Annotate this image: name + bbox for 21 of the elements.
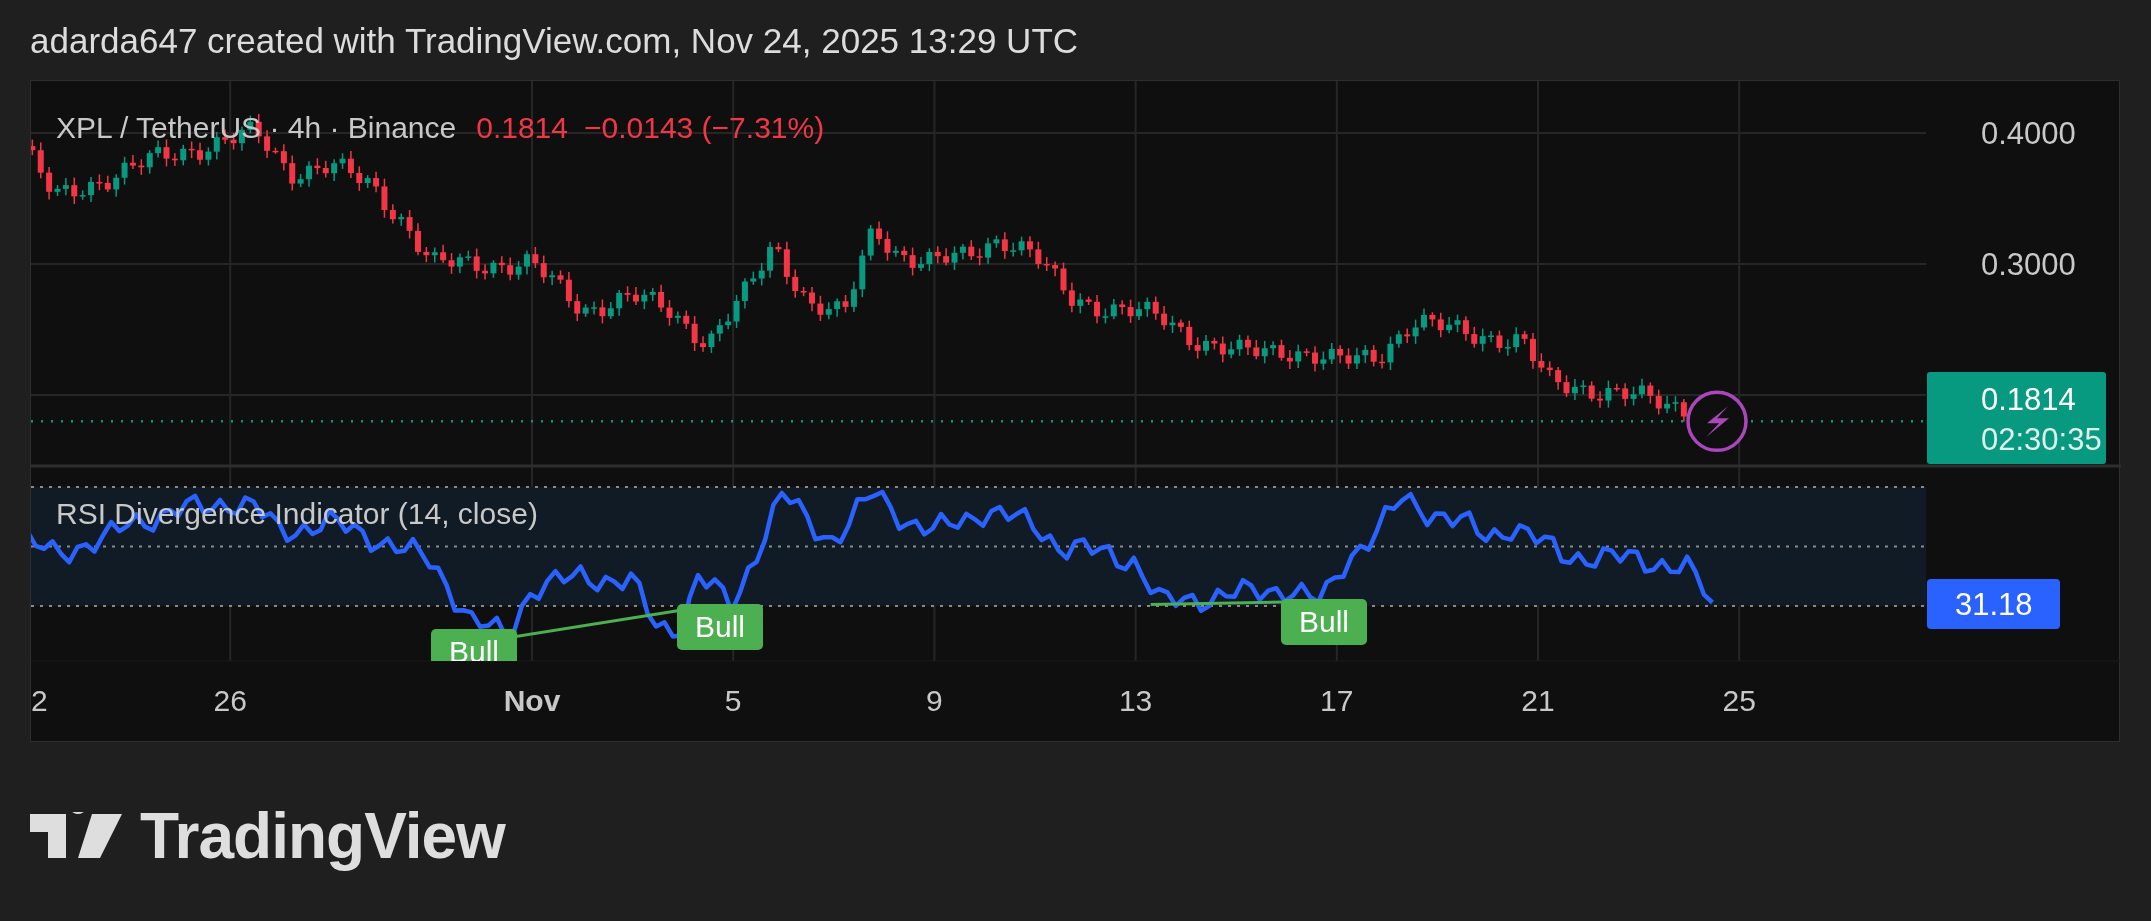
date-label: 21: [1521, 684, 1555, 717]
rsi-value-badge: 31.18: [1927, 579, 2060, 629]
lightning-icon[interactable]: [1686, 390, 1748, 453]
date-label: 2: [31, 684, 48, 717]
logo-icon: [30, 812, 122, 860]
current-price-label: 0.1814: [1981, 382, 2076, 417]
date-label: 26: [213, 684, 247, 717]
month-label: Nov: [503, 684, 561, 717]
date-label: 9: [926, 684, 943, 717]
countdown-label: 02:30:35: [1981, 422, 2102, 457]
signal-label: Bull: [677, 604, 763, 650]
price-change: −0.0143 (−7.31%): [584, 111, 825, 144]
chart-caption: adarda647 created with TradingView.com, Nov 24, 2025 13:29 UTC: [30, 20, 1080, 62]
date-label: 17: [1320, 684, 1354, 717]
last-price: 0.1814: [476, 111, 568, 144]
date-label: 13: [1118, 684, 1153, 717]
signal-label: Bull: [1281, 599, 1367, 645]
price-axis-label: 0.3000: [1981, 247, 2076, 282]
price-axis-label: 0.4000: [1981, 116, 2076, 151]
date-label: 25: [1722, 684, 1756, 717]
date-label: 5: [724, 684, 742, 717]
